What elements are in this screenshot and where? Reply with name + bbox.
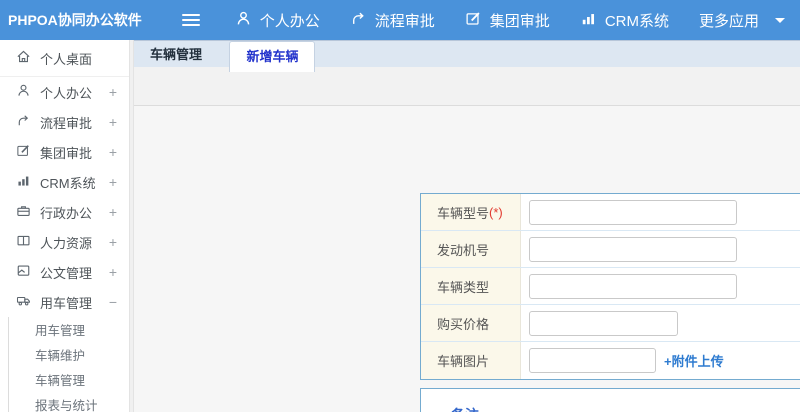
nav-crm[interactable]: CRM系统 [565, 0, 684, 40]
sidebar-item-documents[interactable]: 公文管理 + [0, 257, 129, 287]
expand-plus-icon[interactable]: + [109, 114, 117, 130]
vehicle-model-input[interactable] [529, 199, 737, 225]
remarks-panel: 备注 B I abc 123 ” [420, 388, 800, 412]
home-icon [16, 49, 40, 67]
field-label-engine-number: 发动机号 [421, 231, 521, 267]
nav-label: 个人办公 [259, 12, 320, 30]
vehicle-type-input[interactable] [529, 273, 737, 299]
submenu-item-vehicle-manage[interactable]: 车辆管理 [9, 369, 129, 394]
field-label-purchase-price: 购买价格 [421, 305, 521, 341]
nav-personal-office[interactable]: 个人办公 [220, 0, 335, 40]
tab-bar: 车辆管理 新增车辆 [134, 40, 800, 72]
field-label-vehicle-type: 车辆类型 [421, 268, 521, 304]
sidebar-item-hr[interactable]: 人力资源 + [0, 227, 129, 257]
collapse-minus-icon[interactable]: − [109, 294, 117, 310]
nav-label: 集团审批 [489, 12, 550, 30]
sidebar-item-vehicle-management[interactable]: 用车管理 − [0, 287, 129, 317]
sidebar-item-workflow-approval[interactable]: 流程审批 + [0, 107, 129, 137]
nav-label: CRM系统 [604, 12, 669, 30]
flow-arrow-icon [350, 10, 367, 31]
purchase-price-input[interactable] [529, 310, 678, 336]
submenu-item-vehicle-use[interactable]: 用车管理 [9, 319, 129, 344]
bar-chart-icon [580, 10, 597, 31]
topbar: PHPOA协同办公软件 个人办公 流程审批 集团审批 CRM系统 更多应用 [0, 0, 800, 40]
user-icon [16, 83, 40, 101]
expand-plus-icon[interactable]: + [109, 264, 117, 280]
form-row: 购买价格 [421, 305, 800, 342]
remarks-title: 备注 [451, 405, 800, 412]
sidebar-item-desktop[interactable]: 个人桌面 [0, 40, 129, 77]
sidebar-item-admin-office[interactable]: 行政办公 + [0, 197, 129, 227]
engine-number-input[interactable] [529, 236, 737, 262]
nav-more-apps[interactable]: 更多应用 [684, 0, 800, 40]
bar-chart-icon [16, 173, 40, 191]
field-label-vehicle-model: 车辆型号 (*) [421, 194, 521, 230]
phpoa-app: PHPOA协同办公软件 个人办公 流程审批 集团审批 CRM系统 更多应用 个人… [0, 0, 800, 412]
book-icon [16, 233, 40, 251]
vehicle-image-input[interactable] [529, 348, 656, 373]
nav-workflow-approval[interactable]: 流程审批 [335, 0, 450, 40]
expand-plus-icon[interactable]: + [109, 174, 117, 190]
expand-plus-icon[interactable]: + [109, 204, 117, 220]
form-row: 发动机号 [421, 231, 800, 268]
menu-toggle-icon[interactable] [182, 14, 200, 26]
nav-label: 更多应用 [698, 12, 759, 30]
tab-new-vehicle[interactable]: 新增车辆 [229, 41, 316, 72]
nav-group-approval[interactable]: 集团审批 [450, 0, 565, 40]
caret-down-icon [775, 17, 785, 23]
content-area: 车辆型号 (*) 发动机号 车辆类型 购买价格 车辆图片 +附件上传 [134, 106, 800, 412]
nav-label: 流程审批 [374, 12, 435, 30]
attachment-upload-link[interactable]: +附件上传 [664, 351, 724, 370]
main-area: 车辆管理 新增车辆 车辆型号 (*) 发动机号 车辆类型 购买价格 车辆图片 +… [134, 40, 800, 412]
submenu-item-vehicle-maintenance[interactable]: 车辆维护 [9, 344, 129, 369]
required-mark: (*) [489, 204, 503, 220]
tab-vehicle-manage[interactable]: 车辆管理 [134, 41, 218, 68]
document-icon [16, 263, 40, 281]
flow-arrow-icon [16, 113, 40, 131]
expand-plus-icon[interactable]: + [109, 144, 117, 160]
app-logo: PHPOA协同办公软件 [8, 12, 142, 28]
top-nav: 个人办公 流程审批 集团审批 CRM系统 更多应用 [220, 0, 800, 40]
briefcase-icon [16, 203, 40, 221]
new-vehicle-form: 车辆型号 (*) 发动机号 车辆类型 购买价格 车辆图片 +附件上传 [420, 193, 800, 380]
toolbar-band [134, 67, 800, 106]
form-row: 车辆类型 [421, 268, 800, 305]
expand-plus-icon[interactable]: + [109, 84, 117, 100]
user-icon [235, 10, 252, 31]
form-row: 车辆型号 (*) [421, 194, 800, 231]
sidebar-item-personal-office[interactable]: 个人办公 + [0, 77, 129, 107]
submenu-item-reports-stats[interactable]: 报表与统计 [9, 394, 129, 412]
truck-icon [16, 293, 40, 311]
vehicle-submenu: 用车管理 车辆维护 车辆管理 报表与统计 [8, 317, 129, 412]
edit-square-icon [465, 10, 482, 31]
expand-plus-icon[interactable]: + [109, 234, 117, 250]
form-row: 车辆图片 +附件上传 [421, 342, 800, 379]
sidebar-item-group-approval[interactable]: 集团审批 + [0, 137, 129, 167]
field-label-vehicle-image: 车辆图片 [421, 342, 521, 379]
sidebar-item-crm[interactable]: CRM系统 + [0, 167, 129, 197]
edit-square-icon [16, 143, 40, 161]
sidebar: 个人桌面 个人办公 + 流程审批 + 集团审批 + CRM系统 + 行政办公 + [0, 40, 129, 412]
